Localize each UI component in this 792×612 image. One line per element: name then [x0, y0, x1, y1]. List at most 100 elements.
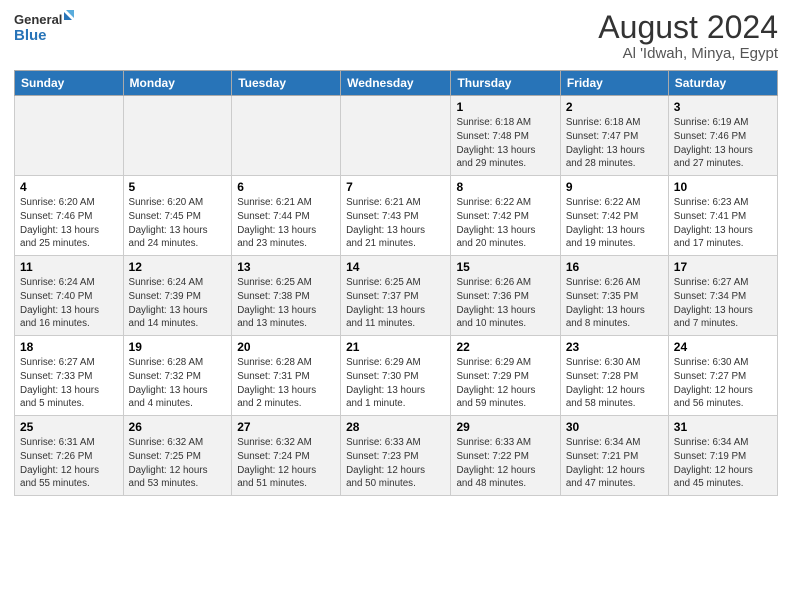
table-row: 3 Sunrise: 6:19 AM Sunset: 7:46 PM Daylig… — [668, 96, 777, 176]
day-info: Sunrise: 6:32 AM Sunset: 7:24 PM Dayligh… — [237, 436, 335, 491]
day-number: 2 — [566, 100, 663, 114]
day-info: Sunrise: 6:24 AM Sunset: 7:39 PM Dayligh… — [129, 276, 227, 331]
page-container: General Blue August 2024 Al 'Idwah, Miny… — [0, 0, 792, 506]
col-tuesday: Tuesday — [232, 71, 341, 96]
day-number: 30 — [566, 420, 663, 434]
month-title: August 2024 — [598, 10, 778, 45]
day-number: 9 — [566, 180, 663, 194]
day-number: 7 — [346, 180, 445, 194]
calendar-table: Sunday Monday Tuesday Wednesday Thursday… — [14, 70, 778, 496]
table-row: 22 Sunrise: 6:29 AM Sunset: 7:29 PM Dayli… — [451, 336, 560, 416]
day-info: Sunrise: 6:20 AM Sunset: 7:46 PM Dayligh… — [20, 196, 118, 251]
day-info: Sunrise: 6:33 AM Sunset: 7:22 PM Dayligh… — [456, 436, 554, 491]
day-info: Sunrise: 6:18 AM Sunset: 7:47 PM Dayligh… — [566, 116, 663, 171]
logo-svg: General Blue — [14, 10, 74, 46]
calendar-week-row: 18Sunrise: 6:27 AM Sunset: 7:33 PM Dayli… — [15, 336, 778, 416]
day-number: 31 — [674, 420, 772, 434]
table-row: 13 Sunrise: 6:25 AM Sunset: 7:38 PM Dayli… — [232, 256, 341, 336]
table-row: 7 Sunrise: 6:21 AM Sunset: 7:43 PM Daylig… — [341, 176, 451, 256]
col-monday: Monday — [123, 71, 232, 96]
day-number: 10 — [674, 180, 772, 194]
table-row — [15, 96, 124, 176]
col-thursday: Thursday — [451, 71, 560, 96]
day-info: Sunrise: 6:30 AM Sunset: 7:28 PM Dayligh… — [566, 356, 663, 411]
day-info: Sunrise: 6:19 AM Sunset: 7:46 PM Dayligh… — [674, 116, 772, 171]
day-info: Sunrise: 6:31 AM Sunset: 7:26 PM Dayligh… — [20, 436, 118, 491]
day-info: Sunrise: 6:24 AM Sunset: 7:40 PM Dayligh… — [20, 276, 118, 331]
table-row: 26 Sunrise: 6:32 AM Sunset: 7:25 PM Dayli… — [123, 416, 232, 496]
logo: General Blue — [14, 10, 74, 46]
calendar-header-row: Sunday Monday Tuesday Wednesday Thursday… — [15, 71, 778, 96]
table-row — [123, 96, 232, 176]
day-info: Sunrise: 6:22 AM Sunset: 7:42 PM Dayligh… — [456, 196, 554, 251]
header: General Blue August 2024 Al 'Idwah, Miny… — [14, 10, 778, 62]
day-info: Sunrise: 6:18 AM Sunset: 7:48 PM Dayligh… — [456, 116, 554, 171]
day-info: Sunrise: 6:23 AM Sunset: 7:41 PM Dayligh… — [674, 196, 772, 251]
table-row: 18Sunrise: 6:27 AM Sunset: 7:33 PM Dayli… — [15, 336, 124, 416]
day-number: 14 — [346, 260, 445, 274]
table-row: 4 Sunrise: 6:20 AM Sunset: 7:46 PM Daylig… — [15, 176, 124, 256]
table-row — [341, 96, 451, 176]
day-number: 13 — [237, 260, 335, 274]
day-number: 22 — [456, 340, 554, 354]
day-info: Sunrise: 6:25 AM Sunset: 7:38 PM Dayligh… — [237, 276, 335, 331]
title-section: August 2024 Al 'Idwah, Minya, Egypt — [598, 10, 778, 62]
calendar-week-row: 11 Sunrise: 6:24 AM Sunset: 7:40 PM Dayli… — [15, 256, 778, 336]
table-row: 12 Sunrise: 6:24 AM Sunset: 7:39 PM Dayli… — [123, 256, 232, 336]
table-row: 6 Sunrise: 6:21 AM Sunset: 7:44 PM Daylig… — [232, 176, 341, 256]
day-info: Sunrise: 6:20 AM Sunset: 7:45 PM Dayligh… — [129, 196, 227, 251]
day-number: 23 — [566, 340, 663, 354]
table-row: 10 Sunrise: 6:23 AM Sunset: 7:41 PM Dayli… — [668, 176, 777, 256]
day-number: 11 — [20, 260, 118, 274]
table-row: 2 Sunrise: 6:18 AM Sunset: 7:47 PM Daylig… — [560, 96, 668, 176]
day-number: 18 — [20, 340, 118, 354]
day-info: Sunrise: 6:29 AM Sunset: 7:29 PM Dayligh… — [456, 356, 554, 411]
table-row: 1 Sunrise: 6:18 AM Sunset: 7:48 PM Daylig… — [451, 96, 560, 176]
table-row: 24Sunrise: 6:30 AM Sunset: 7:27 PM Dayli… — [668, 336, 777, 416]
table-row: 17Sunrise: 6:27 AM Sunset: 7:34 PM Dayli… — [668, 256, 777, 336]
table-row: 9Sunrise: 6:22 AM Sunset: 7:42 PM Daylig… — [560, 176, 668, 256]
table-row: 15 Sunrise: 6:26 AM Sunset: 7:36 PM Dayli… — [451, 256, 560, 336]
day-number: 12 — [129, 260, 227, 274]
table-row: 25Sunrise: 6:31 AM Sunset: 7:26 PM Dayli… — [15, 416, 124, 496]
col-sunday: Sunday — [15, 71, 124, 96]
table-row: 31 Sunrise: 6:34 AM Sunset: 7:19 PM Dayli… — [668, 416, 777, 496]
table-row: 21Sunrise: 6:29 AM Sunset: 7:30 PM Dayli… — [341, 336, 451, 416]
day-number: 26 — [129, 420, 227, 434]
calendar-body: 1 Sunrise: 6:18 AM Sunset: 7:48 PM Daylig… — [15, 96, 778, 496]
table-row: 11 Sunrise: 6:24 AM Sunset: 7:40 PM Dayli… — [15, 256, 124, 336]
day-number: 5 — [129, 180, 227, 194]
day-info: Sunrise: 6:25 AM Sunset: 7:37 PM Dayligh… — [346, 276, 445, 331]
day-number: 3 — [674, 100, 772, 114]
day-number: 16 — [566, 260, 663, 274]
day-info: Sunrise: 6:34 AM Sunset: 7:19 PM Dayligh… — [674, 436, 772, 491]
day-number: 15 — [456, 260, 554, 274]
day-info: Sunrise: 6:27 AM Sunset: 7:34 PM Dayligh… — [674, 276, 772, 331]
day-number: 4 — [20, 180, 118, 194]
day-info: Sunrise: 6:26 AM Sunset: 7:36 PM Dayligh… — [456, 276, 554, 331]
col-wednesday: Wednesday — [341, 71, 451, 96]
table-row: 5 Sunrise: 6:20 AM Sunset: 7:45 PM Daylig… — [123, 176, 232, 256]
day-info: Sunrise: 6:21 AM Sunset: 7:44 PM Dayligh… — [237, 196, 335, 251]
day-number: 8 — [456, 180, 554, 194]
day-number: 20 — [237, 340, 335, 354]
table-row: 20Sunrise: 6:28 AM Sunset: 7:31 PM Dayli… — [232, 336, 341, 416]
table-row: 8 Sunrise: 6:22 AM Sunset: 7:42 PM Daylig… — [451, 176, 560, 256]
table-row: 16 Sunrise: 6:26 AM Sunset: 7:35 PM Dayli… — [560, 256, 668, 336]
day-info: Sunrise: 6:33 AM Sunset: 7:23 PM Dayligh… — [346, 436, 445, 491]
calendar-week-row: 25Sunrise: 6:31 AM Sunset: 7:26 PM Dayli… — [15, 416, 778, 496]
day-info: Sunrise: 6:32 AM Sunset: 7:25 PM Dayligh… — [129, 436, 227, 491]
day-number: 1 — [456, 100, 554, 114]
day-info: Sunrise: 6:28 AM Sunset: 7:32 PM Dayligh… — [129, 356, 227, 411]
calendar-week-row: 1 Sunrise: 6:18 AM Sunset: 7:48 PM Daylig… — [15, 96, 778, 176]
svg-text:General: General — [14, 12, 62, 27]
location-subtitle: Al 'Idwah, Minya, Egypt — [598, 45, 778, 62]
day-number: 6 — [237, 180, 335, 194]
day-info: Sunrise: 6:26 AM Sunset: 7:35 PM Dayligh… — [566, 276, 663, 331]
day-info: Sunrise: 6:34 AM Sunset: 7:21 PM Dayligh… — [566, 436, 663, 491]
table-row: 14 Sunrise: 6:25 AM Sunset: 7:37 PM Dayli… — [341, 256, 451, 336]
table-row — [232, 96, 341, 176]
table-row: 23 Sunrise: 6:30 AM Sunset: 7:28 PM Dayli… — [560, 336, 668, 416]
day-info: Sunrise: 6:21 AM Sunset: 7:43 PM Dayligh… — [346, 196, 445, 251]
day-number: 21 — [346, 340, 445, 354]
